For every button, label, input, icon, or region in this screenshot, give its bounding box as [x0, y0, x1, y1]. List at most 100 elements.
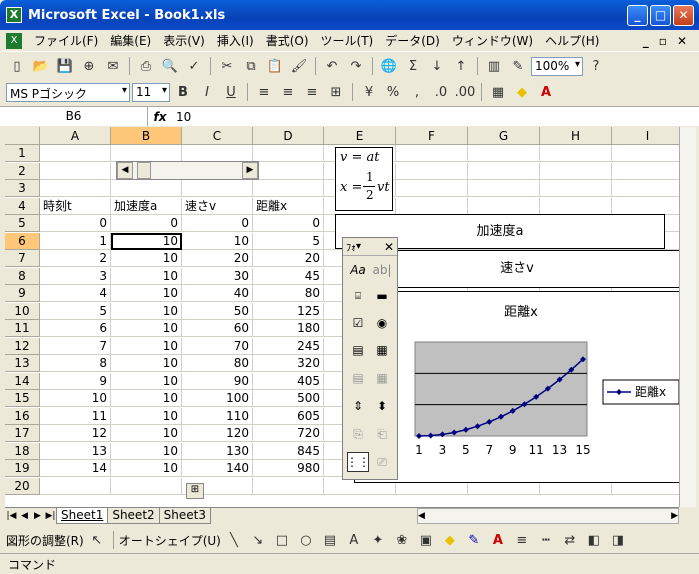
edit-code-icon[interactable]: ⎗ [371, 424, 393, 444]
cell[interactable]: 7 [40, 337, 111, 355]
control-properties-icon[interactable]: ⎘ [347, 424, 369, 444]
tab-sheet3[interactable]: Sheet3 [158, 508, 211, 524]
cell[interactable] [111, 477, 182, 495]
row-header-15[interactable]: 15 [5, 390, 40, 407]
maximize-button[interactable]: □ [650, 4, 671, 26]
cell[interactable] [253, 180, 324, 197]
column-header-a[interactable]: A [40, 127, 111, 145]
cell[interactable]: 10 [111, 320, 182, 337]
button-tool-icon[interactable]: ▬ [371, 286, 393, 306]
cell[interactable]: 10 [111, 390, 182, 407]
formula-input[interactable]: 10 [172, 110, 191, 124]
scrollbar-control[interactable]: ◀ ▶ [116, 161, 259, 180]
cell[interactable]: 20 [253, 250, 324, 267]
cell[interactable]: 10 [111, 355, 182, 372]
diagram-tool-icon[interactable]: ✦ [367, 529, 389, 551]
cell[interactable]: 245 [253, 337, 324, 355]
cell[interactable]: 6 [40, 320, 111, 337]
format-painter-icon[interactable]: 🖌 [288, 55, 310, 77]
cell[interactable]: 120 [182, 425, 253, 442]
row-header-20[interactable]: 20 [5, 477, 40, 495]
equation-box[interactable]: v = at x = 1 2 vt [335, 147, 393, 211]
cell[interactable] [396, 180, 468, 197]
copy-icon[interactable]: ⧉ [240, 55, 262, 77]
cell[interactable] [396, 145, 468, 162]
distance-chart[interactable]: 距離x 1 3 5 7 9 11 13 15 距離x [354, 291, 679, 483]
rectangle-tool-icon[interactable]: □ [271, 529, 293, 551]
cell[interactable] [40, 162, 111, 180]
horizontal-scrollbar[interactable]: ◀ ▶ [417, 508, 679, 524]
cell[interactable]: 0 [182, 215, 253, 232]
cell[interactable] [540, 197, 612, 215]
forms-close-icon[interactable]: ✕ [384, 240, 394, 254]
menu-help[interactable]: ヘルプ(H) [539, 32, 605, 49]
list-box-tool-icon[interactable]: ▤ [347, 340, 369, 360]
doc-restore-icon[interactable]: ▫ [659, 34, 667, 48]
cell[interactable]: 10 [40, 390, 111, 407]
sort-descending-icon[interactable]: ↑ [450, 55, 472, 77]
cell[interactable]: 30 [182, 267, 253, 285]
align-right-icon[interactable]: ≡ [301, 81, 323, 103]
cell[interactable]: 180 [253, 320, 324, 337]
line-style-icon[interactable]: ≡ [511, 529, 533, 551]
doc-minimize-icon[interactable]: _ [643, 34, 649, 48]
toggle-grid-icon[interactable]: ⋮⋮ [346, 452, 370, 472]
cell[interactable]: 720 [253, 425, 324, 442]
menu-data[interactable]: データ(D) [379, 32, 446, 49]
row-header-14[interactable]: 14 [5, 372, 40, 390]
cell[interactable] [182, 180, 253, 197]
combo-list-edit-tool-icon[interactable]: ▤ [347, 368, 369, 388]
column-header-f[interactable]: F [396, 127, 468, 145]
cell[interactable] [468, 162, 540, 180]
3d-style-icon[interactable]: ◨ [607, 529, 629, 551]
bold-button[interactable]: B [172, 81, 194, 103]
column-header-b[interactable]: B [111, 127, 182, 145]
comma-icon[interactable]: , [406, 81, 428, 103]
menu-edit[interactable]: 編集(E) [104, 32, 157, 49]
paste-icon[interactable]: 📋 [264, 55, 286, 77]
shadow-style-icon[interactable]: ◧ [583, 529, 605, 551]
name-box[interactable]: B6 [0, 107, 148, 126]
scroll-left-arrow-icon[interactable]: ◀ [117, 162, 133, 179]
cell[interactable]: 125 [253, 302, 324, 320]
row-header-9[interactable]: 9 [5, 285, 40, 302]
next-sheet-icon[interactable]: ▶ [31, 511, 44, 521]
cell[interactable]: 9 [40, 372, 111, 390]
drawing-icon[interactable]: ✎ [507, 55, 529, 77]
cell[interactable]: 距離x [253, 197, 324, 215]
row-header-7[interactable]: 7 [5, 250, 40, 267]
cut-icon[interactable]: ✂ [216, 55, 238, 77]
cell[interactable] [396, 197, 468, 215]
paste-options-icon[interactable]: ⊞ [186, 483, 204, 499]
cell[interactable] [40, 145, 111, 162]
menu-format[interactable]: 書式(O) [260, 32, 315, 49]
cell[interactable]: 5 [40, 302, 111, 320]
cell[interactable]: 80 [182, 355, 253, 372]
currency-icon[interactable]: ¥ [358, 81, 380, 103]
row-header-11[interactable]: 11 [5, 320, 40, 337]
oval-tool-icon[interactable]: ○ [295, 529, 317, 551]
cell[interactable]: 2 [40, 250, 111, 267]
cell[interactable]: 11 [40, 407, 111, 425]
align-center-icon[interactable]: ≡ [277, 81, 299, 103]
row-header-10[interactable]: 10 [5, 302, 40, 320]
cell[interactable]: 10 [111, 285, 182, 302]
cell[interactable] [468, 180, 540, 197]
clipart-icon[interactable]: ❀ [391, 529, 413, 551]
column-header-h[interactable]: H [540, 127, 612, 145]
row-header-2[interactable]: 2 [5, 162, 40, 180]
run-dialog-icon[interactable]: ⎚ [371, 452, 393, 472]
cell[interactable]: 5 [253, 232, 324, 250]
cell[interactable]: 8 [40, 355, 111, 372]
cell[interactable]: 10 [111, 442, 182, 460]
menu-window[interactable]: ウィンドウ(W) [446, 32, 539, 49]
row-header-6[interactable]: 6 [5, 232, 40, 250]
cell[interactable] [612, 180, 679, 197]
active-cell[interactable]: 10 [111, 232, 182, 250]
redo-icon[interactable]: ↷ [345, 55, 367, 77]
sort-ascending-icon[interactable]: ↓ [426, 55, 448, 77]
arrow-style-icon[interactable]: ⇄ [559, 529, 581, 551]
cell[interactable] [612, 145, 679, 162]
open-icon[interactable]: 📂 [30, 55, 52, 77]
cell[interactable]: 10 [111, 425, 182, 442]
